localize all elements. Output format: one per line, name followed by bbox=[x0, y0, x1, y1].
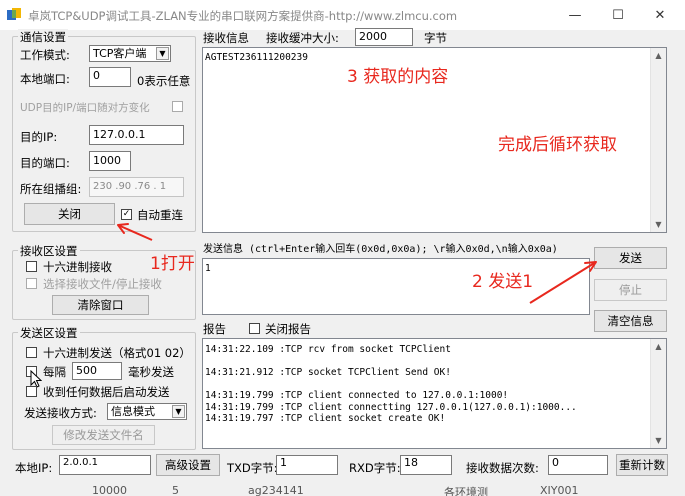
rxd-label: RXD字节: bbox=[349, 461, 401, 475]
interval-input[interactable]: 500 bbox=[72, 362, 122, 380]
hex-recv-label: 十六进制接收 bbox=[43, 260, 112, 274]
clear-info-button[interactable]: 清空信息 bbox=[594, 310, 667, 332]
report-line: 14:31:19.799 :TCP client connected to 12… bbox=[205, 390, 509, 401]
bg-cell: 各环境测 bbox=[444, 486, 488, 496]
bg-cell: XIY001 bbox=[540, 484, 579, 496]
scroll-down-icon[interactable]: ▼ bbox=[651, 220, 666, 229]
recv-file-label: 选择接收文件/停止接收 bbox=[43, 277, 162, 291]
interval-suffix: 毫秒发送 bbox=[128, 365, 174, 379]
recv-buffer-label: 接收缓冲大小: bbox=[266, 31, 339, 45]
report-lines: 14:31:22.109 :TCP rcv from socket TCPCli… bbox=[205, 344, 577, 425]
scroll-up-icon[interactable]: ▲ bbox=[651, 51, 666, 60]
annotation-loop: 完成后循环获取 bbox=[498, 135, 617, 155]
report-line: 14:31:19.797 :TCP client socket create O… bbox=[205, 413, 446, 424]
recv-buffer-input[interactable]: 2000 bbox=[355, 28, 413, 46]
title-bar: 卓岚TCP&UDP调试工具-ZLAN专业的串口联网方案提供商-http://ww… bbox=[0, 0, 685, 30]
report-scrollbar[interactable]: ▲ ▼ bbox=[650, 339, 666, 448]
local-ip-input[interactable]: 2.0.0.1 bbox=[59, 455, 151, 475]
recv-scrollbar[interactable]: ▲ ▼ bbox=[650, 48, 666, 232]
hex-send-label: 十六进制发送（格式01 02） bbox=[43, 346, 191, 360]
target-ip-label: 目的IP: bbox=[20, 130, 58, 144]
txd-label: TXD字节: bbox=[227, 461, 278, 475]
send-mode-value: 信息模式 bbox=[111, 405, 155, 418]
hex-send-checkbox[interactable] bbox=[26, 347, 37, 358]
send-after-recv-label: 收到任何数据后启动发送 bbox=[43, 385, 170, 399]
auto-reconnect-checkbox[interactable]: ✓ bbox=[121, 209, 132, 220]
txd-count: 1 bbox=[276, 455, 338, 475]
advanced-settings-button[interactable]: 高级设置 bbox=[156, 454, 220, 476]
send-content-text: 1 bbox=[205, 263, 211, 274]
chevron-down-icon: ▼ bbox=[156, 47, 169, 60]
work-mode-value: TCP客户端 bbox=[93, 47, 147, 60]
hex-recv-checkbox[interactable] bbox=[26, 261, 37, 272]
report-line: 14:31:22.109 :TCP rcv from socket TCPCli… bbox=[205, 344, 451, 355]
local-ip-label: 本地IP: bbox=[15, 461, 53, 475]
local-port-input[interactable]: 0 bbox=[89, 67, 131, 87]
send-after-recv-checkbox[interactable] bbox=[26, 386, 37, 397]
report-line: 14:31:19.799 :TCP client connectting 127… bbox=[205, 401, 577, 413]
send-mode-label: 发送接收方式: bbox=[24, 406, 97, 420]
close-window-button[interactable]: ✕ bbox=[640, 0, 680, 30]
recv-content-text: AGTEST236111200239 bbox=[205, 52, 308, 63]
modify-send-file-button[interactable]: 修改发送文件名 bbox=[52, 425, 155, 445]
scroll-up-icon[interactable]: ▲ bbox=[651, 342, 666, 351]
rxd-count: 18 bbox=[400, 455, 452, 475]
send-button[interactable]: 发送 bbox=[594, 247, 667, 269]
interval-prefix: 每隔 bbox=[43, 365, 66, 379]
multicast-group-label: 所在组播组: bbox=[20, 182, 82, 196]
clear-window-button[interactable]: 清除窗口 bbox=[52, 295, 149, 315]
send-mode-select[interactable]: 信息模式 ▼ bbox=[107, 403, 187, 420]
scroll-down-icon[interactable]: ▼ bbox=[651, 436, 666, 445]
report-line bbox=[205, 356, 577, 368]
bg-cell: ag234141 bbox=[248, 484, 304, 496]
target-port-label: 目的端口: bbox=[20, 156, 70, 170]
annotation-open: 1打开 bbox=[150, 254, 195, 274]
bg-cell: 10000 bbox=[92, 484, 127, 496]
annotation-send: 2 发送1 bbox=[472, 272, 534, 292]
annotation-content: 3 获取的内容 bbox=[347, 67, 449, 87]
recv-settings-label: 接收区设置 bbox=[18, 243, 80, 259]
multicast-group-input[interactable]: 230 .90 .76 . 1 bbox=[89, 177, 184, 197]
background-window-row: 10000 5 ag234141 各环境测 XIY001 bbox=[0, 484, 685, 496]
report-label: 报告 bbox=[203, 322, 226, 336]
local-port-label: 本地端口: bbox=[20, 72, 70, 86]
minimize-button[interactable]: — bbox=[555, 0, 595, 30]
comm-settings-label: 通信设置 bbox=[18, 29, 68, 45]
udp-target-checkbox[interactable] bbox=[172, 101, 183, 112]
window-title: 卓岚TCP&UDP调试工具-ZLAN专业的串口联网方案提供商-http://ww… bbox=[28, 9, 458, 23]
close-connection-button[interactable]: 关闭 bbox=[24, 203, 115, 225]
recv-count-label: 接收数据次数: bbox=[466, 461, 539, 475]
stop-button[interactable]: 停止 bbox=[594, 279, 667, 301]
chevron-down-icon: ▼ bbox=[172, 405, 185, 418]
local-port-hint: 0表示任意 bbox=[137, 74, 191, 88]
target-ip-input[interactable]: 127.0.0.1 bbox=[89, 125, 184, 145]
report-line: 14:31:21.912 :TCP socket TCPClient Send … bbox=[205, 367, 451, 378]
maximize-button[interactable]: ☐ bbox=[598, 0, 638, 30]
send-settings-label: 发送区设置 bbox=[18, 325, 80, 341]
close-report-checkbox[interactable] bbox=[249, 323, 260, 334]
work-mode-label: 工作模式: bbox=[20, 48, 70, 62]
work-mode-select[interactable]: TCP客户端 ▼ bbox=[89, 45, 171, 62]
target-port-input[interactable]: 1000 bbox=[89, 151, 131, 171]
report-line bbox=[205, 379, 577, 391]
auto-reconnect-label: 自动重连 bbox=[137, 208, 183, 222]
udp-target-label: UDP目的IP/端口随对方变化 bbox=[20, 102, 150, 114]
close-report-label: 关闭报告 bbox=[265, 322, 311, 336]
app-logo-icon bbox=[6, 7, 22, 23]
recount-button[interactable]: 重新计数 bbox=[616, 454, 668, 476]
recv-file-checkbox[interactable] bbox=[26, 278, 37, 289]
recv-info-label: 接收信息 bbox=[203, 31, 249, 45]
bg-cell: 5 bbox=[172, 484, 179, 496]
report-panel: 14:31:22.109 :TCP rcv from socket TCPCli… bbox=[202, 338, 667, 449]
recv-count-value: 0 bbox=[548, 455, 608, 475]
recv-buffer-unit: 字节 bbox=[424, 31, 447, 45]
send-info-label: 发送信息 (ctrl+Enter输入回车(0x0d,0x0a); \r输入0x0… bbox=[203, 244, 558, 255]
